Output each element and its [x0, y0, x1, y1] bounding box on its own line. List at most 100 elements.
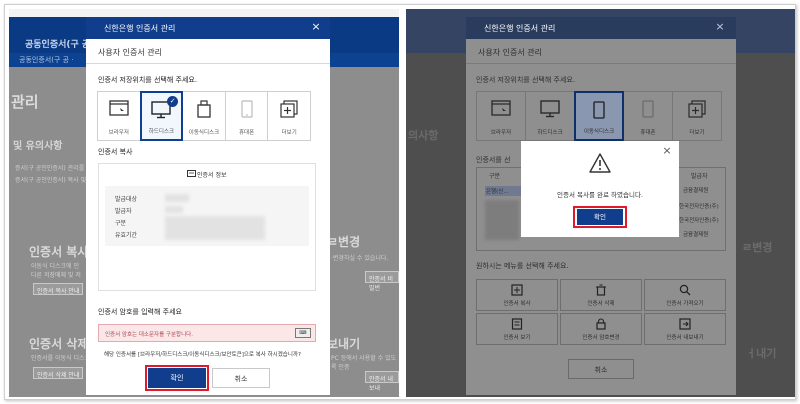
copy-confirm-note: 해당 인증서를 [브라우저/하드디스크/이동식디스크/보안토큰]으로 복사 하시… [104, 352, 301, 358]
modal-subtitle: 사용자 인증서 관리 [98, 48, 162, 57]
location-harddisk[interactable]: ✓ 하드디스크 [139, 91, 184, 141]
menu-import-certificate[interactable]: 인증서 가져오기 [644, 279, 726, 311]
background-header-title: 공동인증서(구 공 [25, 40, 91, 50]
close-icon[interactable]: × [714, 21, 726, 33]
copy-icon [511, 284, 523, 296]
left-panel: 공동인증서(구 공 공동인증서(구 공 · 관리 및 유의사항 증서(구 공인인… [9, 9, 399, 397]
info-row-subject: 발급대상 [115, 196, 138, 203]
menu-delete-certificate[interactable]: 인증서 삭제 [560, 279, 642, 311]
location-label-phone: 휴대폰 [640, 130, 656, 136]
background-card-text: 이동식 디스크에 인 [31, 263, 79, 270]
table-header: 구분 [489, 173, 501, 180]
alert-message: 인증서 복사를 완료 하였습니다. [556, 191, 643, 199]
phone-icon [642, 100, 654, 118]
redacted-value [485, 200, 519, 240]
location-label-removable: 이동식디스크 [188, 130, 220, 136]
background-card-title: ㄹ변경 [742, 241, 773, 254]
divider [86, 63, 330, 64]
cancel-button[interactable]: 취소 [212, 368, 270, 388]
location-more[interactable]: 더보기 [672, 91, 722, 141]
location-label-harddisk: 하드디스크 [148, 129, 175, 135]
location-selector: 브라우저 ✓ 하드디스크 이동식디스크 휴대폰 더보기 [97, 91, 315, 141]
table-header: 발급자 [691, 173, 708, 180]
menu-label-copy: 인증서 복사 [503, 301, 531, 307]
location-label-more: 더보기 [281, 130, 297, 136]
modal-header: 신한은행 인증서 관리 × [86, 17, 330, 39]
right-panel: 의사항 ㄹ변경 ㅓ내기 신한은행 인증서 관리 × 사용자 인증서 관리 인증서… [406, 9, 795, 397]
redacted-value [165, 206, 183, 213]
table-row[interactable]: 은행(신... [485, 186, 525, 196]
certificate-icon [187, 170, 196, 177]
info-row-issuer: 발급자 [115, 208, 132, 215]
location-phone[interactable]: 휴대폰 [224, 91, 269, 141]
browser-icon [109, 100, 129, 116]
background-card-button[interactable]: 인증서 삭제 안내 [33, 367, 84, 379]
browser-icon [491, 100, 511, 116]
location-more[interactable]: 더보기 [267, 91, 311, 141]
location-browser[interactable]: 브라우저 [97, 91, 141, 141]
location-label-browser: 브라우저 [490, 130, 512, 136]
location-removable[interactable]: 이동식디스크 [574, 91, 624, 141]
location-phone[interactable]: 휴대폰 [623, 91, 673, 141]
background-card-title: 인증서 삭제 [29, 337, 89, 351]
certificate-info-table: 발급대상 발급자 구분 유효기간 [105, 186, 309, 246]
modal-cancel-button[interactable]: 취소 [568, 359, 634, 379]
screenshot-frame: 공동인증서(구 공 공동인증서(구 공 · 관리 및 유의사항 증서(구 공인인… [4, 4, 796, 400]
background-card-text: PC 등에서 사용할 수 있도록 인증 [331, 355, 397, 371]
background-card-button[interactable]: 인증서 내보내 [365, 371, 399, 392]
menu-export-certificate[interactable]: 인증서 내보내기 [644, 313, 726, 345]
background-card-title: 보내기 [327, 337, 361, 351]
background-card-text: 다른 저장매체 및 저 [31, 272, 81, 279]
menu-grid: 인증서 복사 인증서 삭제 인증서 가져오기 인증서 보기 인증서 암호변경 인… [476, 279, 726, 345]
highlight-outline [145, 365, 209, 391]
location-harddisk[interactable]: 하드디스크 [525, 91, 575, 141]
phone-icon [240, 100, 253, 118]
certificate-info-title: 인증서 정보 [197, 172, 227, 179]
certificate-list-label: 인증서를 선 [476, 156, 511, 164]
keyboard-icon[interactable]: ⌨ [295, 328, 311, 338]
warning-icon [589, 153, 611, 173]
background-line: 증서(구 공인인증서) 복사 및 [15, 177, 87, 184]
document-icon [511, 318, 523, 330]
menu-label-import: 인증서 가져오기 [666, 301, 704, 307]
menu-view-certificate[interactable]: 인증서 보기 [476, 313, 558, 345]
info-row-type: 구분 [115, 220, 127, 227]
menu-label-view: 인증서 보기 [503, 335, 531, 341]
close-icon[interactable]: × [661, 145, 673, 157]
modal-title: 신한은행 인증서 관리 [484, 24, 556, 33]
password-placeholder: 인증서 암호는 대소문자를 구분합니다. [105, 332, 193, 338]
background-line: 증서(구 공인인증서) 관리를 [15, 165, 85, 172]
info-row-validity: 유효기간 [115, 232, 138, 239]
divider [466, 63, 736, 64]
location-browser[interactable]: 브라우저 [476, 91, 526, 141]
close-icon[interactable]: × [310, 21, 322, 33]
table-cell: 금융결제원 [683, 188, 709, 194]
location-removable[interactable]: 이동식디스크 [182, 91, 226, 141]
background-card-title: ㅓ내기 [746, 347, 777, 360]
location-selector: 브라우저 하드디스크 이동식디스크 휴대폰 더보기 [476, 91, 726, 141]
background-heading: 관리 [11, 93, 39, 111]
background-card-button[interactable]: 인증서 복사 안내 [33, 283, 84, 295]
modal-header: 신한은행 인증서 관리 × [466, 17, 736, 39]
background-card-text: ·변경하실 수 있습니다. [331, 255, 389, 262]
menu-change-password[interactable]: 인증서 암호변경 [560, 313, 642, 345]
copy-complete-dialog: × 인증서 복사를 완료 하였습니다. 확인 [521, 141, 679, 237]
export-icon [679, 318, 691, 330]
menu-label-export: 인증서 내보내기 [666, 335, 704, 341]
background-card-button[interactable]: 인증서 비밀번 [365, 271, 399, 292]
top-nav-strip [9, 9, 399, 17]
search-icon [679, 284, 691, 296]
location-label: 인증서 저장위치를 선택해 주세요. [98, 76, 198, 84]
table-cell: 한국전자인증(주) [679, 204, 719, 210]
password-field[interactable]: 인증서 암호는 대소문자를 구분합니다. ⌨ [98, 324, 316, 342]
location-label-more: 더보기 [689, 130, 705, 136]
add-more-icon [688, 100, 706, 118]
location-label: 인증서 저장위치를 선택해 주세요. [476, 76, 576, 84]
highlight-outline [573, 206, 627, 228]
location-label-harddisk: 하드디스크 [537, 130, 563, 136]
modal-subtitle: 사용자 인증서 관리 [478, 48, 542, 57]
menu-copy-certificate[interactable]: 인증서 복사 [476, 279, 558, 311]
password-label: 인증서 암호를 입력해 주세요 [98, 308, 182, 316]
background-section: 및 유의사항 [13, 141, 63, 152]
background-subnav-text: 공동인증서(구 공 · [19, 56, 74, 64]
